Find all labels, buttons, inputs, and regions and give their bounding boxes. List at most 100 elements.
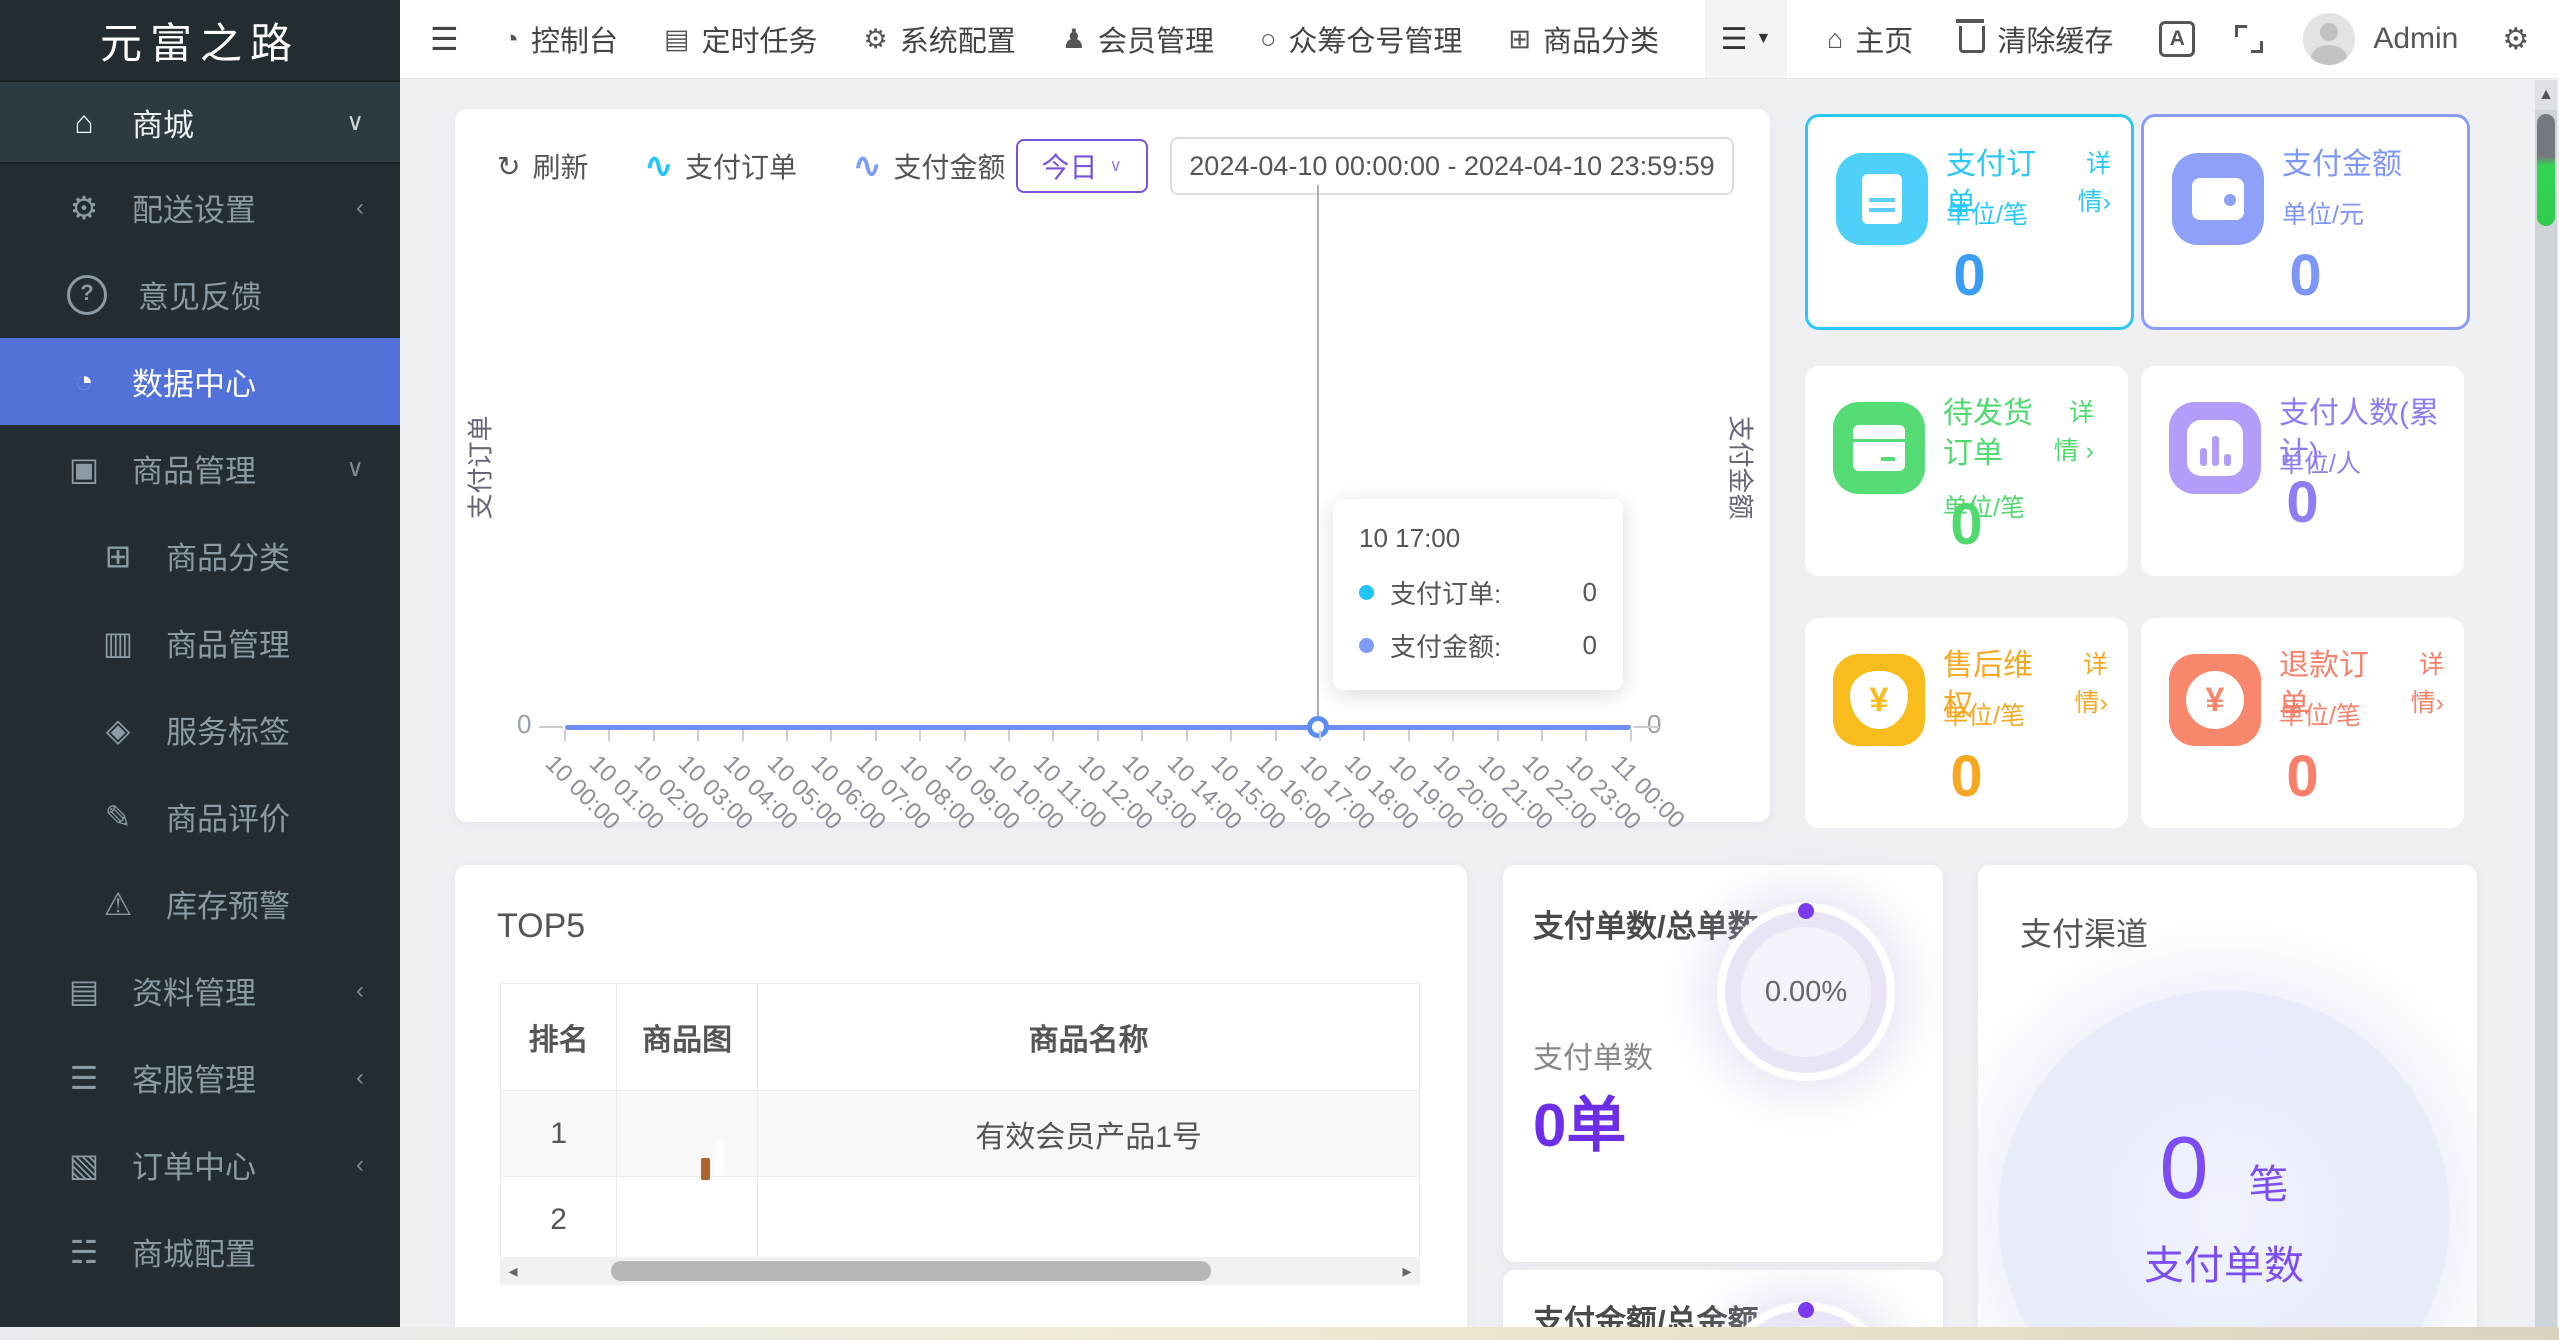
hamburger-menu-icon[interactable]: ☰ (430, 20, 459, 58)
sidebar: 元富之路 ⌂ 商城 ∨ ⚙ 配送设置 ‹ ? 意见反馈 ◔ 数据中心 ▣ 商品管… (0, 0, 400, 1328)
channel-value: 0 (2159, 1118, 2209, 1217)
sidebar-item-feedback[interactable]: ? 意见反馈 (0, 251, 400, 338)
series-dot-icon (1359, 585, 1374, 600)
nav-crowdfunding-management[interactable]: ○ 众筹仓号管理 (1260, 18, 1462, 60)
stat-card-pending-shipment: 待发货订单 详情 › 单位/笔 0 (1805, 366, 2128, 576)
horizontal-scrollbar[interactable]: ◂ ▸ (500, 1257, 1420, 1285)
channel-title: 支付渠道 (2020, 916, 2149, 952)
translate-button[interactable]: A (2159, 21, 2196, 57)
left-axis-title: 支付订单 (465, 415, 496, 520)
fullscreen-icon (2235, 25, 2264, 53)
stat-value: 0 (2286, 744, 2319, 809)
channel-label: 支付单数 (2144, 1244, 2304, 1288)
home-icon: ⌂ (74, 103, 94, 140)
box-icon: ▣ (68, 450, 100, 487)
nav-member-management[interactable]: ♟ 会员管理 (1062, 18, 1214, 60)
sidebar-item-data-center[interactable]: ◔ 数据中心 (0, 338, 400, 425)
refresh-button[interactable]: ↻ 刷新 (497, 146, 588, 186)
tooltip-row: 支付金额: 0 (1359, 627, 1597, 664)
detail-link[interactable]: 详情› (2392, 646, 2444, 726)
column-name: 商品名称 (757, 983, 1420, 1091)
tick-mark (786, 730, 789, 741)
vertical-scrollbar[interactable]: ▲ (2535, 80, 2557, 1328)
scroll-left-icon[interactable]: ◂ (500, 1261, 526, 1282)
stat-card-refund-orders: ¥ 退款订单 详情› 单位/笔 0 (2141, 618, 2464, 828)
table-row[interactable]: 2 (499, 1176, 1420, 1263)
series-dot-icon (1359, 638, 1374, 653)
nav-product-category[interactable]: ⊞ 商品分类 (1508, 18, 1659, 60)
table-row[interactable]: 1 有效会员产品1号 (499, 1090, 1420, 1177)
scrollbar-thumb[interactable] (2537, 114, 2555, 226)
tick-mark (564, 730, 566, 741)
legend-pay-orders[interactable]: ∿ 支付订单 (644, 146, 797, 186)
stat-card-pay-amount: 支付金额 单位/元 0 (2141, 114, 2470, 330)
sidebar-item-product-manage-sub[interactable]: ▥ 商品管理 (0, 599, 400, 686)
app-title: 元富之路 (99, 19, 300, 67)
nav-clear-cache[interactable]: 清除缓存 (1956, 18, 2113, 60)
sidebar-item-product-management[interactable]: ▣ 商品管理 ∨ (0, 425, 400, 512)
scrollbar-thumb[interactable] (611, 1261, 1211, 1281)
sidebar-item-customer-service[interactable]: ☰ 客服管理 ‹ (0, 1034, 400, 1121)
tick-mark (1452, 730, 1455, 741)
sidebar-item-material-management[interactable]: ▤ 资料管理 ‹ (0, 947, 400, 1034)
sidebar-item-mall-config[interactable]: ☵ 商城配置 (0, 1208, 400, 1295)
sidebar-item-service-tags[interactable]: ◈ 服务标签 (0, 686, 400, 773)
chevron-left-icon: ‹ (356, 193, 364, 221)
scrollbar-track[interactable] (526, 1257, 1394, 1285)
dashboard-icon: ◔ (502, 23, 519, 54)
menu-dropdown-button[interactable]: ☰ ▼ (1704, 0, 1787, 78)
tooltip-row: 支付订单: 0 (1359, 574, 1597, 611)
desktop-edge-strip (0, 1327, 2559, 1340)
date-range-input[interactable]: 2024-04-10 00:00:00 - 2024-04-10 23:59:5… (1170, 137, 1734, 195)
dashboard-icon: ◔ (74, 363, 94, 399)
tick-mark (1540, 730, 1543, 741)
chevron-left-icon: ‹ (356, 1063, 364, 1091)
fullscreen-button[interactable] (2235, 25, 2264, 53)
stat-value: 0 (1950, 492, 1983, 557)
gauge-label: 支付单数 (1533, 1042, 1653, 1075)
receipt-icon (1836, 153, 1928, 245)
sidebar-item-stock-warning[interactable]: ⚠ 库存预警 (0, 860, 400, 947)
top-navbar: ☰ ◔ 控制台 ▤ 定时任务 ⚙ 系统配置 ♟ 会员管理 ○ 众筹仓号管理 ⊞ … (400, 0, 2559, 79)
name-cell: 有效会员产品1号 (757, 1090, 1420, 1177)
rank-cell: 2 (499, 1176, 618, 1263)
detail-link[interactable]: 详情› (2059, 145, 2111, 225)
stat-title: 待发货订单 (1943, 397, 2033, 470)
nav-console[interactable]: ◔ 控制台 (503, 18, 618, 60)
chart-tooltip: 10 17:00 支付订单: 0 支付金额: 0 (1333, 499, 1623, 690)
image-cell (616, 1176, 759, 1263)
document-icon: ▧ (68, 1146, 100, 1183)
scroll-right-icon[interactable]: ▸ (1394, 1261, 1420, 1282)
sidebar-item-order-center[interactable]: ▧ 订单中心 ‹ (0, 1121, 400, 1208)
chevron-left-icon: ‹ (356, 976, 364, 1004)
tick-mark (1185, 730, 1188, 741)
detail-link[interactable]: 详情 › (2050, 394, 2094, 474)
package-icon (1833, 402, 1925, 494)
gear-icon: ⚙ (863, 23, 888, 54)
sidebar-item-delivery-settings[interactable]: ⚙ 配送设置 ‹ (0, 164, 400, 251)
translate-icon: A (2159, 21, 2196, 57)
nav-home[interactable]: ⌂ 主页 (1827, 18, 1913, 60)
avatar[interactable] (2303, 13, 2356, 65)
stat-title: 支付金额 (2282, 148, 2402, 181)
sitemap-icon: ⊞ (104, 537, 132, 574)
caret-down-icon: ▼ (1755, 30, 1772, 47)
nav-scheduled-tasks[interactable]: ▤ 定时任务 (664, 18, 818, 60)
tick-mark (1407, 730, 1410, 741)
settings-gear-icon[interactable]: ⚙ (2502, 22, 2529, 57)
username[interactable]: Admin (2373, 22, 2458, 56)
range-select-button[interactable]: 今日 ∨ (1015, 139, 1148, 193)
detail-link[interactable]: 详情› (2056, 646, 2108, 726)
pay-orders-ratio-card: 支付单数/总单数 0.00% 支付单数 0单 (1503, 865, 1943, 1262)
sidebar-item-product-reviews[interactable]: ✎ 商品评价 (0, 773, 400, 860)
sidebar-item-mall[interactable]: ⌂ 商城 ∨ (0, 80, 400, 164)
stat-card-after-sales: ¥ 售后维权 详情› 单位/笔 0 (1805, 618, 2128, 828)
nav-system-config[interactable]: ⚙ 系统配置 (864, 18, 1016, 60)
tick-mark (1274, 730, 1277, 741)
legend-pay-amount[interactable]: ∿ 支付金额 (853, 146, 1006, 186)
sidebar-item-product-category[interactable]: ⊞ 商品分类 (0, 512, 400, 599)
gauge-value: 0单 (1533, 1092, 1627, 1159)
chevron-left-icon: ‹ (356, 1150, 364, 1178)
dashboard-screen: 元富之路 ⌂ 商城 ∨ ⚙ 配送设置 ‹ ? 意见反馈 ◔ 数据中心 ▣ 商品管… (0, 0, 2559, 1340)
scroll-up-icon[interactable]: ▲ (2535, 80, 2557, 110)
